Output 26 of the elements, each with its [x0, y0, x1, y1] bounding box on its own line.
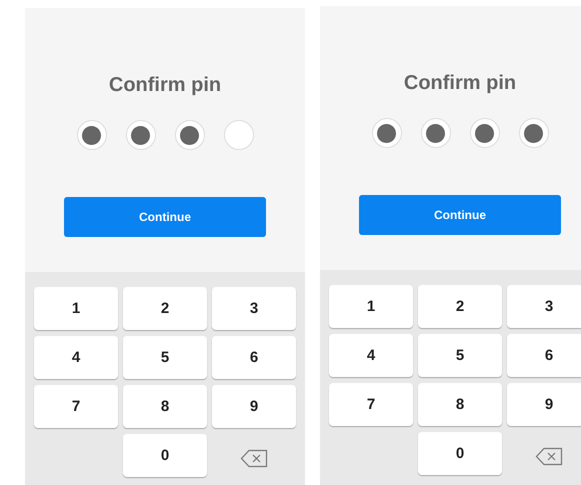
backspace-icon[interactable]	[535, 447, 563, 466]
keypad-key[interactable]: 2	[418, 285, 502, 328]
keypad-key[interactable]: 0	[418, 432, 502, 475]
keypad-key[interactable]: 9	[507, 383, 581, 426]
keypad-key[interactable]: 1	[329, 285, 413, 328]
keypad-key[interactable]: 2	[123, 287, 207, 330]
keypad-key[interactable]: 6	[507, 334, 581, 377]
keypad-key[interactable]: 7	[329, 383, 413, 426]
continue-button[interactable]: Continue	[64, 197, 266, 237]
keypad-key[interactable]: 7	[34, 385, 118, 428]
screen-title: Confirm pin	[108, 73, 222, 98]
keypad-key[interactable]: 5	[123, 336, 207, 379]
continue-button[interactable]: Continue	[359, 195, 561, 235]
screen-title: Confirm pin	[404, 71, 516, 96]
keypad-key[interactable]: 3	[507, 285, 581, 328]
backspace-icon[interactable]	[240, 449, 268, 468]
keypad-key[interactable]: 0	[123, 434, 207, 477]
keypad-key[interactable]: 9	[212, 385, 296, 428]
keypad-key[interactable]: 8	[418, 383, 502, 426]
keypad-key[interactable]: 3	[212, 287, 296, 330]
keypad-key[interactable]: 8	[123, 385, 207, 428]
keypad-key[interactable]: 4	[329, 334, 413, 377]
keypad-key[interactable]: 5	[418, 334, 502, 377]
keypad-key[interactable]: 4	[34, 336, 118, 379]
keypad-key[interactable]: 6	[212, 336, 296, 379]
keypad-key[interactable]: 1	[34, 287, 118, 330]
